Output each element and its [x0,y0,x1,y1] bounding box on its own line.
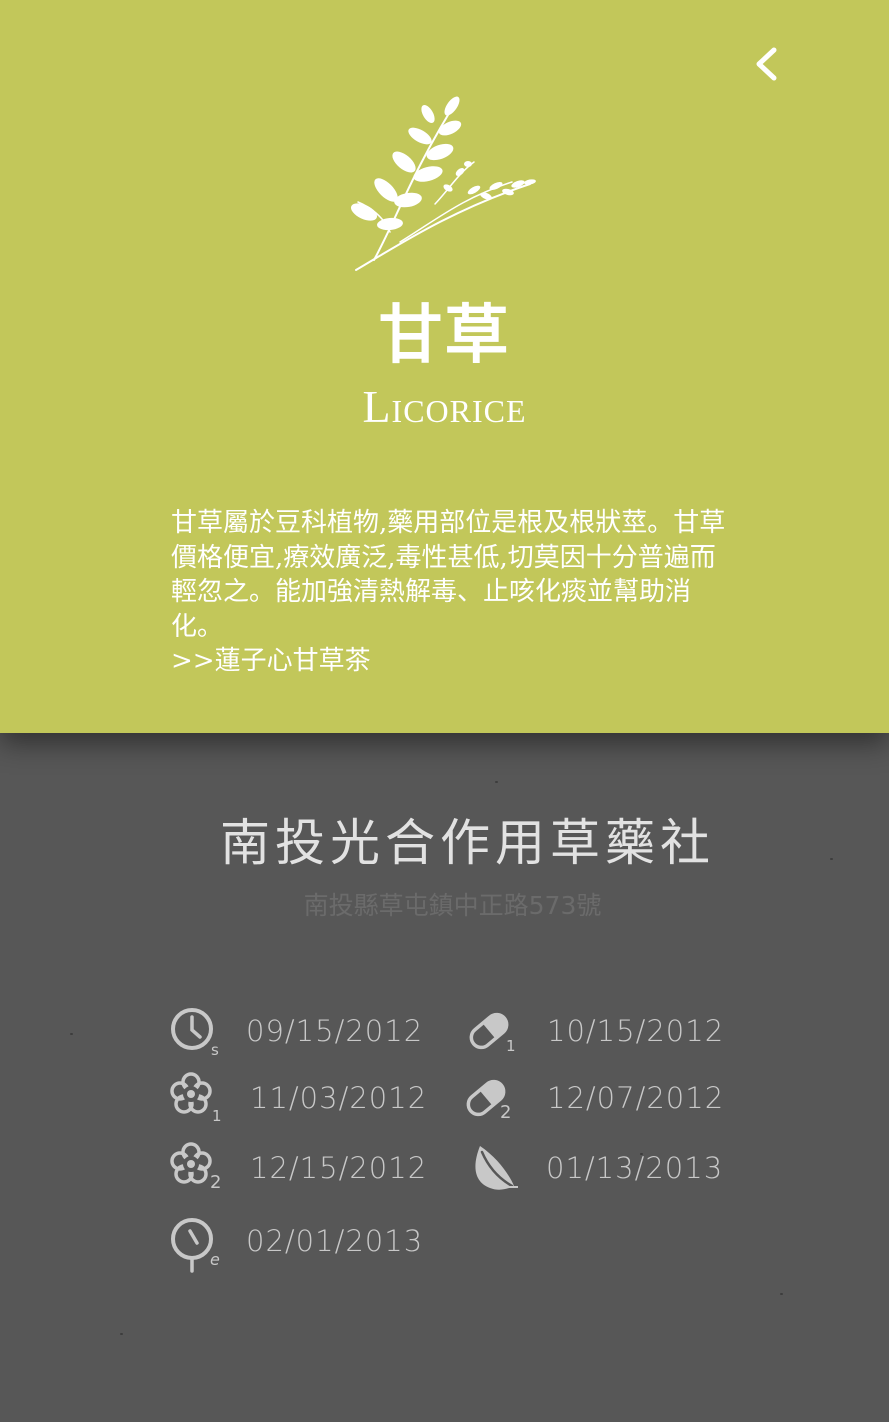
shop-name: 南投光合作用草藥社 [220,814,715,872]
flower-2-icon: 2 [170,1140,226,1200]
icon-subscript: 2 [210,1172,221,1193]
herb-info-panel: 甘草 Licorice 甘草屬於豆科植物,藥用部位是根及根狀莖。甘草價格便宜,療… [0,0,889,733]
timeline-item-flower-1: 1 11/03/2012 [170,1070,426,1130]
texture-speck [495,781,498,783]
icon-subscript: 1 [506,1037,516,1055]
timeline-item-pill-1: 1 10/15/2012 [465,1003,723,1063]
timeline-date: 02/01/2013 [246,1224,424,1258]
shop-address: 南投縣草屯鎮中正路573號 [303,891,602,920]
herb-name-english: Licorice [362,381,527,432]
leaf-icon [470,1140,526,1200]
timeline-item-start: s 09/15/2012 [170,1003,422,1063]
herb-description-block: 甘草屬於豆科植物,藥用部位是根及根狀莖。甘草價格便宜,療效廣泛,毒性甚低,切莫因… [171,506,731,679]
herb-branch-icon [340,92,550,277]
timeline-item-leaf: 01/13/2013 [470,1140,722,1200]
timeline-date: 01/13/2013 [546,1151,724,1185]
timeline-date: 11/03/2012 [250,1081,428,1115]
herb-description: 甘草屬於豆科植物,藥用部位是根及根狀莖。甘草價格便宜,療效廣泛,毒性甚低,切莫因… [171,508,726,642]
timeline-date: 12/07/2012 [547,1081,725,1115]
herb-detail-screen: 甘草 Licorice 甘草屬於豆科植物,藥用部位是根及根狀莖。甘草價格便宜,療… [0,0,889,1422]
icon-subscript: 1 [212,1107,222,1125]
icon-subscript: 2 [500,1102,511,1123]
texture-speck [120,1333,123,1335]
recipe-link[interactable]: >>蓮子心甘草茶 [171,644,731,679]
flower-1-icon: 1 [170,1070,226,1130]
timeline-date: 10/15/2012 [547,1014,725,1048]
clock-end-icon: e [170,1213,226,1273]
icon-subscript: e [210,1250,220,1269]
timeline-item-end: e 02/01/2013 [170,1213,422,1273]
chevron-left-icon [756,47,777,81]
pill-1-icon: 1 [465,1003,521,1063]
texture-speck [70,1033,73,1035]
timeline-item-flower-2: 2 12/15/2012 [170,1140,426,1200]
timeline-item-pill-2: 2 12/07/2012 [462,1070,723,1130]
back-button[interactable] [742,40,790,88]
texture-speck [780,1293,783,1295]
icon-subscript: s [211,1041,219,1059]
clock-start-icon: s [170,1003,226,1063]
timeline-date: 12/15/2012 [250,1151,428,1185]
herb-name-chinese: 甘草 [378,298,511,373]
pill-2-icon: 2 [462,1070,518,1130]
timeline-date: 09/15/2012 [246,1014,424,1048]
